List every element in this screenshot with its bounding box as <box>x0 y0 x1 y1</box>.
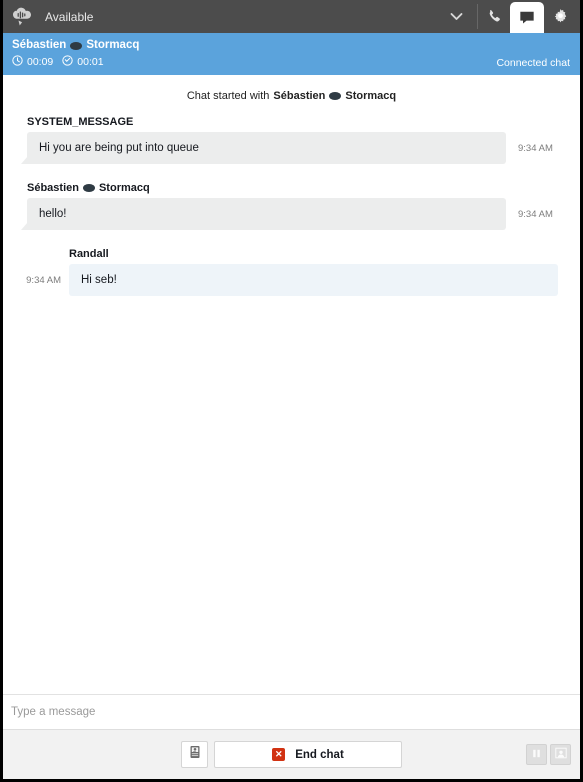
chat-message-row: Hi you are being put into queue 9:34 AM <box>21 132 570 164</box>
chat-message-row: hello! 9:34 AM <box>21 198 570 230</box>
quick-connect-button[interactable] <box>181 741 208 768</box>
connect-cloud-logo-icon <box>11 6 33 28</box>
total-duration-timer: 00:09 <box>12 55 53 69</box>
chat-message-bubble: Hi you are being put into queue <box>21 132 506 164</box>
chat-message-author-last: Stormacq <box>98 182 150 194</box>
chat-message-text: Hi seb! <box>81 274 117 286</box>
chat-message-author: Sébastien Stormacq <box>27 182 570 194</box>
pause-icon <box>531 746 542 764</box>
redaction-blob-icon <box>82 184 95 192</box>
timer-icon <box>62 55 73 69</box>
redaction-blob-icon <box>70 41 83 50</box>
contact-timers: 00:09 00:01 <box>12 55 571 69</box>
connection-status-label: Connected chat <box>496 57 570 69</box>
chat-message-author: SYSTEM_MESSAGE <box>27 116 570 128</box>
agent-status-control[interactable]: Available <box>3 0 435 33</box>
gear-icon[interactable] <box>544 0 576 33</box>
chevron-down-icon[interactable] <box>435 0 477 33</box>
call-controls-bar: ✕ End chat <box>3 729 580 779</box>
chat-panel: Chat started with Sébastien Stormacq SYS… <box>3 77 580 729</box>
chat-message-time: 9:34 AM <box>518 142 553 154</box>
ccp-window: Available Sébastien Stormacq 00:09 00:01… <box>0 0 583 782</box>
chat-started-name-last: Stormacq <box>345 90 397 102</box>
chat-bubble-icon[interactable] <box>510 2 544 33</box>
end-chat-button[interactable]: ✕ End chat <box>214 741 402 768</box>
chat-message-bubble: hello! <box>21 198 506 230</box>
agent-status-label: Available <box>45 9 94 24</box>
redaction-blob-icon <box>329 92 342 100</box>
chat-message-time: 9:34 AM <box>26 274 61 286</box>
top-status-bar: Available <box>3 0 580 33</box>
end-call-x-icon: ✕ <box>272 748 286 761</box>
total-duration-value: 00:09 <box>27 56 54 68</box>
chat-message-time: 9:34 AM <box>518 208 553 220</box>
chat-message-bubble: Hi seb! <box>69 264 558 296</box>
contact-name: Sébastien Stormacq <box>12 38 571 53</box>
contact-name-first: Sébastien <box>12 39 67 51</box>
agent-person-icon <box>554 746 567 764</box>
end-chat-label: End chat <box>295 748 344 761</box>
message-input[interactable] <box>11 706 572 718</box>
chat-started-banner: Chat started with Sébastien Stormacq <box>3 77 580 116</box>
chat-message-author-label: SYSTEM_MESSAGE <box>27 116 134 128</box>
chat-message-row: 9:34 AM Hi seb! <box>13 264 558 296</box>
chat-started-name-first: Sébastien <box>273 90 326 102</box>
chat-message-text: hello! <box>39 208 67 220</box>
contact-header-bar[interactable]: Sébastien Stormacq 00:09 00:01 Connected… <box>3 33 580 77</box>
connected-duration-timer: 00:01 <box>62 55 104 69</box>
chat-transcript[interactable]: SYSTEM_MESSAGE Hi you are being put into… <box>3 116 580 694</box>
chat-message-text: Hi you are being put into queue <box>39 142 199 154</box>
phone-icon[interactable] <box>478 0 510 33</box>
contact-name-last: Stormacq <box>86 39 140 51</box>
topbar-actions <box>478 0 580 33</box>
chat-message: Randall 9:34 AM Hi seb! <box>3 248 580 296</box>
quick-connect-icon <box>188 745 202 764</box>
chat-message-author-first: Sébastien <box>27 182 79 194</box>
connected-duration-value: 00:01 <box>77 56 104 68</box>
agent-button[interactable] <box>550 744 571 765</box>
chat-message-author-label: Randall <box>69 248 109 260</box>
message-composer[interactable] <box>3 694 580 729</box>
chat-message: Sébastien Stormacq hello! 9:34 AM <box>3 182 580 230</box>
chat-message-author: Randall <box>69 248 558 260</box>
chat-message: SYSTEM_MESSAGE Hi you are being put into… <box>3 116 580 164</box>
pause-button[interactable] <box>526 744 547 765</box>
chat-started-prefix: Chat started with <box>186 90 270 102</box>
media-controls <box>526 744 571 765</box>
clock-icon <box>12 55 23 69</box>
